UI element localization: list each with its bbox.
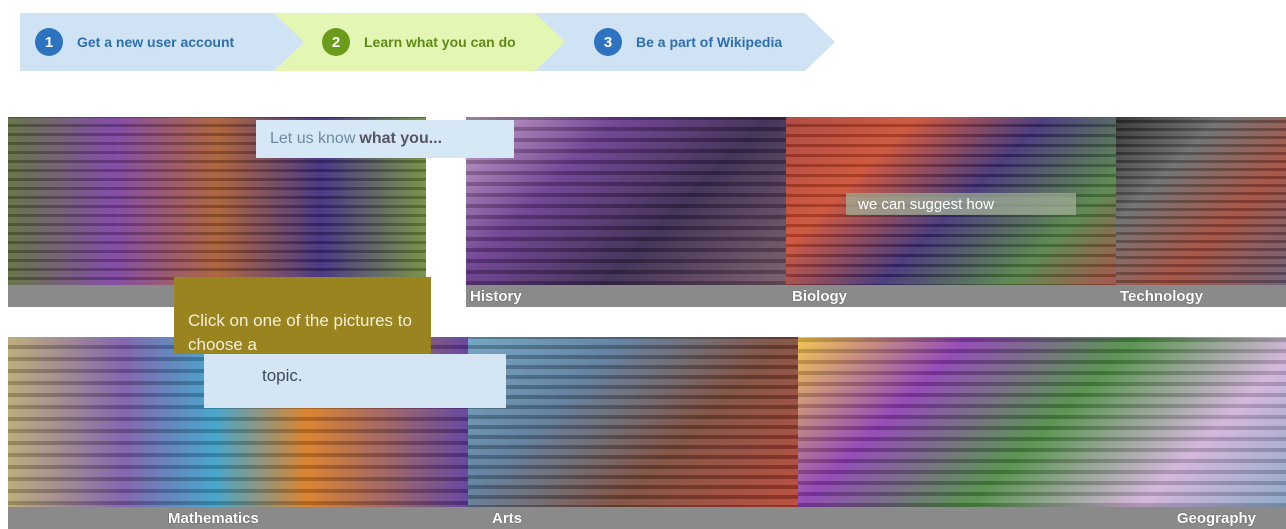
topic-label-biology: Biology xyxy=(786,285,1116,307)
topic-label-technology: Technology xyxy=(1116,285,1286,307)
step-label-3: Be a part of Wikipedia xyxy=(636,34,783,50)
topic-label-geography: Geography xyxy=(798,507,1286,529)
step-label-2: Learn what you can do xyxy=(364,34,516,50)
topic-label-arts: Arts xyxy=(468,507,798,529)
intro-suggest-banner: we can suggest how xyxy=(846,193,1076,215)
step-number-3: 3 xyxy=(594,28,622,56)
topic-gallery: History Biology Technology Mathematics A… xyxy=(8,117,1286,529)
topic-label-mathematics: Mathematics xyxy=(8,507,468,529)
choose-topic-hint-text: Click on one of the pictures to choose a xyxy=(188,311,412,354)
choose-topic-hint: Click on one of the pictures to choose a xyxy=(174,277,431,354)
step-label-1: Get a new user account xyxy=(77,34,235,50)
choose-topic-hint-tail: topic. xyxy=(204,354,506,408)
topic-tile-history[interactable]: History xyxy=(466,117,786,307)
step-be-part[interactable]: 3 Be a part of Wikipedia xyxy=(535,13,835,71)
step-learn-current[interactable]: 2 Learn what you can do xyxy=(274,13,566,71)
intro-ask-bold: what you... xyxy=(359,130,443,147)
step-number-2: 2 xyxy=(322,28,350,56)
choose-topic-hint-tail-text: topic. xyxy=(262,366,303,385)
intro-ask-text: Let us know xyxy=(270,130,356,147)
topic-tile-technology[interactable]: Technology xyxy=(1116,117,1286,307)
intro-suggest-text: we can suggest how xyxy=(858,195,994,213)
step-number-1: 1 xyxy=(35,28,63,56)
topic-tile-arts[interactable]: Arts xyxy=(468,337,798,529)
intro-ask-banner: Let us know what you... xyxy=(256,120,514,158)
step-get-account[interactable]: 1 Get a new user account xyxy=(20,13,305,71)
topic-label-history: History xyxy=(466,285,786,307)
signup-progress-steps: 1 Get a new user account 2 Learn what yo… xyxy=(20,13,835,71)
topic-tile-geography[interactable]: Geography xyxy=(798,337,1286,529)
